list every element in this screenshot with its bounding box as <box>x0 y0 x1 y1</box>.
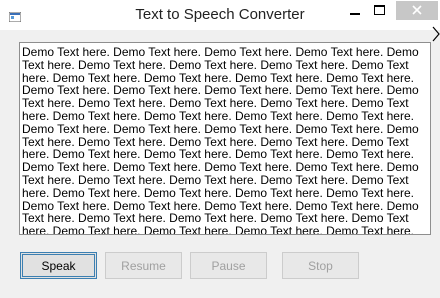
text-input-content[interactable]: Demo Text here. Demo Text here. Demo Tex… <box>22 46 428 234</box>
close-icon <box>412 2 422 20</box>
close-button[interactable] <box>396 1 438 20</box>
title-bar[interactable]: Text to Speech Converter <box>0 0 440 30</box>
stop-button[interactable]: Stop <box>282 252 359 279</box>
maximize-icon <box>373 2 385 20</box>
app-window: Text to Speech Converter Demo Text here.… <box>0 0 440 298</box>
stop-button-label: Stop <box>308 258 333 273</box>
minimize-icon <box>350 2 360 20</box>
text-input-area[interactable]: Demo Text here. Demo Text here. Demo Tex… <box>19 42 431 235</box>
speak-button[interactable]: Speak <box>20 252 97 279</box>
pause-button-label: Pause <box>211 258 246 273</box>
pause-button[interactable]: Pause <box>190 252 267 279</box>
resume-button-label: Resume <box>121 258 166 273</box>
speak-button-focus-border <box>22 254 95 277</box>
maximize-button[interactable] <box>364 1 394 21</box>
resume-button[interactable]: Resume <box>105 252 182 279</box>
resize-cursor-icon <box>432 26 440 42</box>
